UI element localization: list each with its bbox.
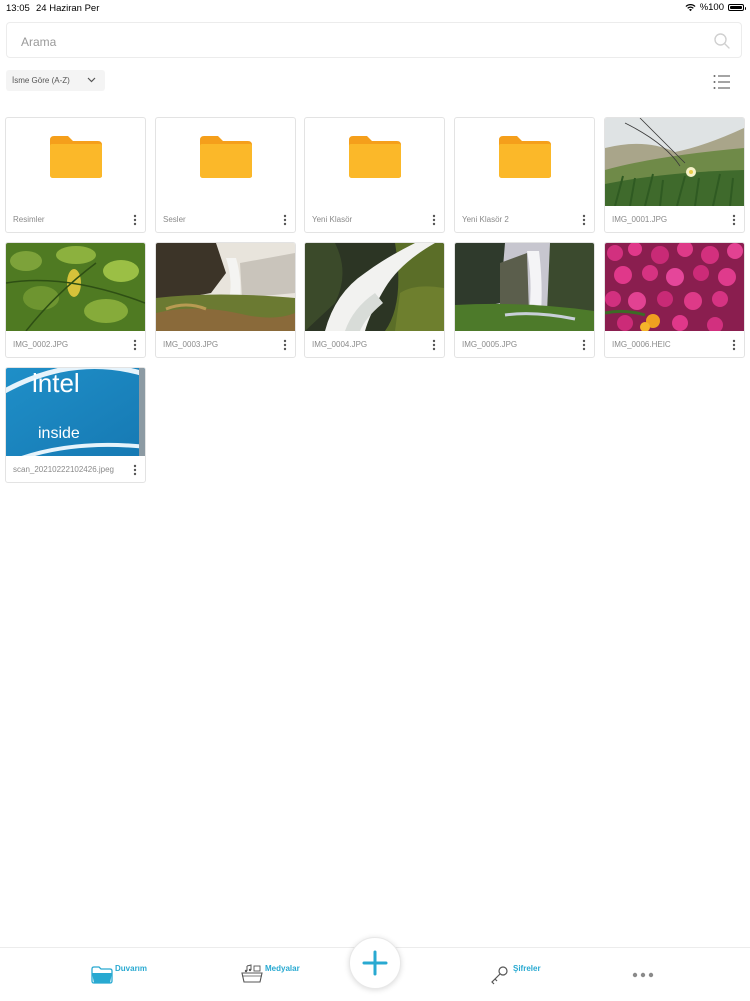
folder-tile[interactable]: Resimler <box>5 117 146 233</box>
item-name: IMG_0002.JPG <box>13 340 69 349</box>
more-vertical-icon[interactable] <box>131 213 139 227</box>
more-vertical-icon[interactable] <box>281 213 289 227</box>
item-name: IMG_0006.HEIC <box>612 340 671 349</box>
battery-icon <box>728 4 746 11</box>
image-tile[interactable]: IMG_0004.JPG <box>304 242 445 358</box>
item-name: scan_20210222102426.jpeg <box>13 465 114 474</box>
folder-icon <box>91 966 113 984</box>
image-thumbnail <box>305 243 444 331</box>
item-name: Yeni Klasör 2 <box>462 215 509 224</box>
svg-text:intel: intel <box>32 368 80 398</box>
item-name: IMG_0001.JPG <box>612 215 668 224</box>
status-date: 24 Haziran Per <box>36 3 100 14</box>
image-thumbnail <box>455 243 594 331</box>
search-icon[interactable] <box>713 32 731 50</box>
item-name: Yeni Klasör <box>312 215 353 224</box>
folder-icon <box>50 136 102 178</box>
more-vertical-icon[interactable] <box>730 338 738 352</box>
more-horizontal-icon <box>632 972 654 978</box>
item-name: IMG_0004.JPG <box>312 340 368 349</box>
item-name: IMG_0003.JPG <box>163 340 219 349</box>
folder-icon <box>349 136 401 178</box>
status-bar: 13:05 24 Haziran Per %100 <box>0 0 750 16</box>
folder-tile[interactable]: Yeni Klasör <box>304 117 445 233</box>
svg-text:inside: inside <box>38 425 80 442</box>
image-tile[interactable]: IMG_0002.JPG <box>5 242 146 358</box>
more-vertical-icon[interactable] <box>730 213 738 227</box>
battery-percent: %100 <box>699 2 724 13</box>
image-tile[interactable]: IMG_0005.JPG <box>454 242 595 358</box>
more-vertical-icon[interactable] <box>430 338 438 352</box>
key-icon <box>491 966 508 985</box>
add-button[interactable] <box>349 937 401 989</box>
item-name: IMG_0005.JPG <box>462 340 518 349</box>
folder-tile[interactable]: Yeni Klasör 2 <box>454 117 595 233</box>
media-icon <box>241 964 263 983</box>
folder-icon <box>499 136 551 178</box>
more-vertical-icon[interactable] <box>580 338 588 352</box>
more-button[interactable] <box>628 948 658 1001</box>
status-right: %100 <box>685 2 746 13</box>
sort-dropdown[interactable]: İsme Göre (A-Z) <box>6 70 105 91</box>
image-tile[interactable]: IMG_0006.HEIC <box>604 242 745 358</box>
folder-tile[interactable]: Sesler <box>155 117 296 233</box>
chevron-down-icon <box>87 77 96 83</box>
image-thumbnail <box>156 243 295 331</box>
image-thumbnail <box>605 243 744 331</box>
plus-icon <box>362 950 388 976</box>
image-tile[interactable]: intel inside scan_20210222102426.jpeg <box>5 367 146 483</box>
item-name: Resimler <box>13 215 45 224</box>
sort-label: İsme Göre (A-Z) <box>12 76 70 85</box>
image-thumbnail: intel inside <box>6 368 145 456</box>
more-vertical-icon[interactable] <box>131 463 139 477</box>
more-vertical-icon[interactable] <box>580 213 588 227</box>
image-tile[interactable]: IMG_0003.JPG <box>155 242 296 358</box>
tab-label: Şifreler <box>513 964 541 973</box>
tab-duvarim[interactable]: Duvarım <box>88 948 168 1001</box>
tab-medyalar[interactable]: Medyalar <box>238 948 318 1001</box>
folder-icon <box>200 136 252 178</box>
search-bar <box>6 22 742 58</box>
list-view-icon[interactable] <box>713 74 731 90</box>
item-name: Sesler <box>163 215 186 224</box>
status-time: 13:05 <box>6 3 30 14</box>
image-thumbnail <box>605 118 744 206</box>
more-vertical-icon[interactable] <box>430 213 438 227</box>
search-input[interactable] <box>19 31 703 53</box>
image-tile[interactable]: IMG_0001.JPG <box>604 117 745 233</box>
image-thumbnail <box>6 243 145 331</box>
more-vertical-icon[interactable] <box>281 338 289 352</box>
more-vertical-icon[interactable] <box>131 338 139 352</box>
tab-sifreler[interactable]: Şifreler <box>488 948 568 1001</box>
tab-label: Medyalar <box>265 964 300 973</box>
wifi-icon <box>685 4 696 12</box>
tab-label: Duvarım <box>115 964 148 973</box>
